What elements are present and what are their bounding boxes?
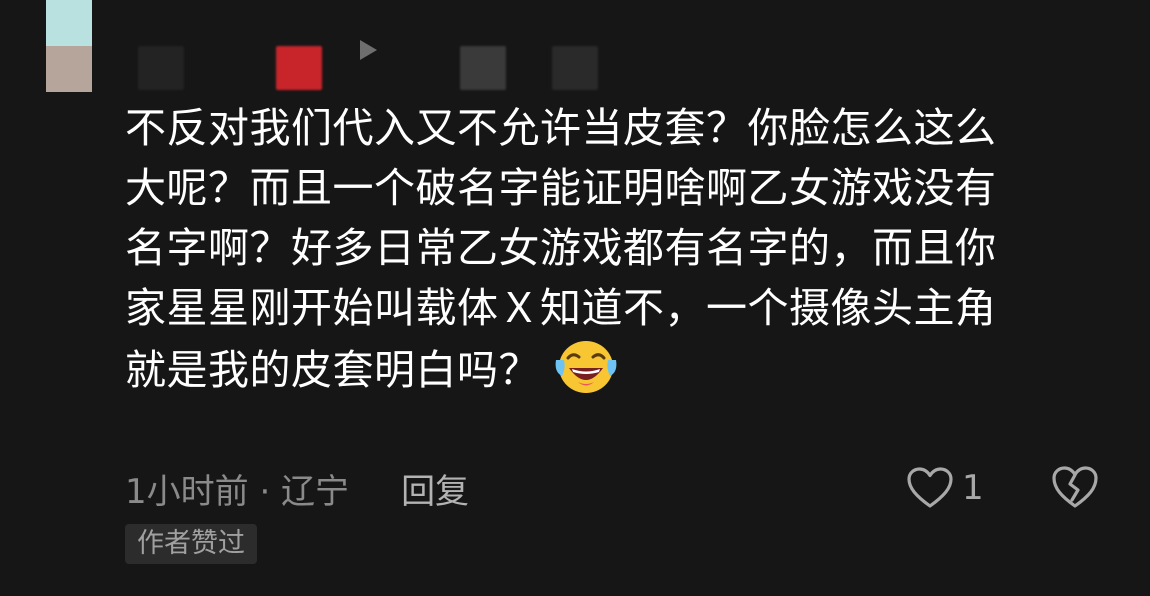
heart-outline-icon [906,466,954,510]
comment-line: 大呢？而且一个破名字能证明啥啊乙女游戏没有 [125,164,997,212]
reply-to-arrow-icon [360,40,377,60]
comment-line: 家星星刚开始叫载体Ｘ知道不，一个摄像头主角 [125,284,997,332]
like-button[interactable]: 1 [906,462,984,514]
reply-button[interactable]: 回复 [401,464,469,513]
username-blurred[interactable] [138,46,184,90]
dislike-button[interactable] [1050,464,1100,510]
reply-target-name-blurred[interactable] [552,46,598,90]
comment-line: 不反对我们代入又不允许当皮套？你脸怎么这么 [125,104,997,152]
author-liked-badge: 作者赞过 [125,524,257,564]
comment-line: 名字啊？好多日常乙女游戏都有名字的，而且你 [125,224,997,272]
comment-line-text: 就是我的皮套明白吗？ [125,346,540,394]
comment-header [0,0,1150,100]
laughing-crying-emoji-icon [554,338,618,396]
comment-meta: 1小时前 · 辽宁 回复 [125,462,469,514]
broken-heart-icon [1050,464,1100,510]
comment-line-last: 就是我的皮套明白吗？ [125,338,1085,400]
reply-target-avatar-blurred[interactable] [460,46,506,90]
timestamp-location: 1小时前 · 辽宁 [125,471,350,512]
user-badge-blurred [276,46,322,90]
like-count: 1 [962,468,984,508]
comment-body: 不反对我们代入又不允许当皮套？你脸怎么这么 大呢？而且一个破名字能证明啥啊乙女游… [125,98,1085,400]
